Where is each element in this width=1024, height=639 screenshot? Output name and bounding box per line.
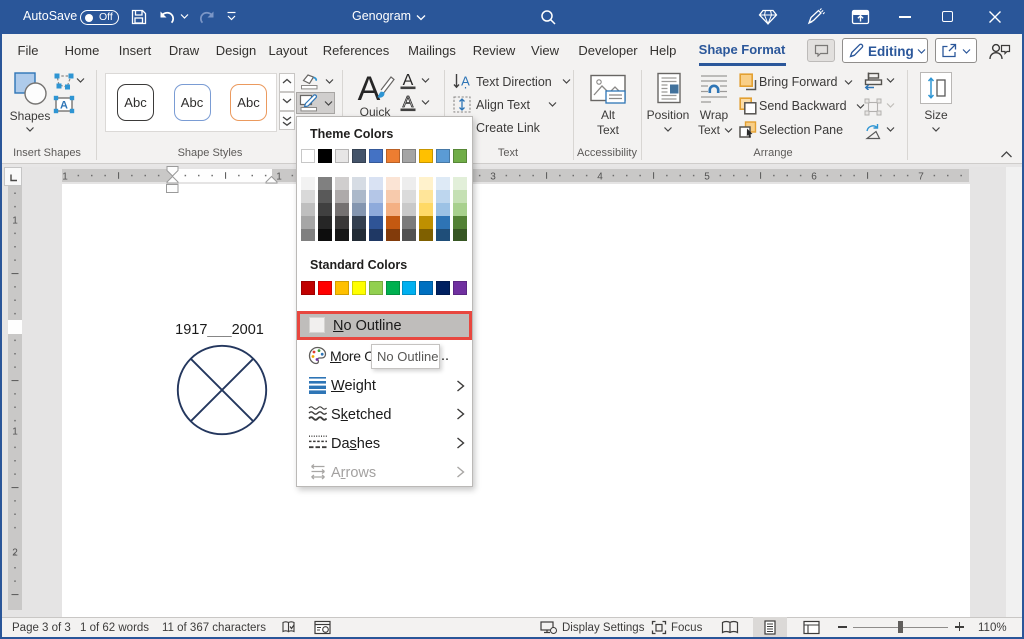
- svg-text:5: 5: [704, 172, 710, 183]
- svg-text:A: A: [60, 100, 68, 112]
- svg-text:4: 4: [597, 172, 603, 183]
- svg-text:6: 6: [811, 172, 817, 183]
- svg-text:2: 2: [12, 548, 18, 559]
- svg-text:A: A: [403, 72, 414, 89]
- svg-text:1: 1: [276, 172, 282, 183]
- svg-text:7: 7: [918, 172, 924, 183]
- svg-text:A: A: [358, 70, 381, 106]
- svg-text:A: A: [403, 94, 414, 111]
- svg-text:1: 1: [12, 427, 18, 438]
- svg-text:3: 3: [490, 172, 496, 183]
- svg-text:1: 1: [62, 172, 68, 183]
- svg-text:1: 1: [12, 216, 18, 227]
- svg-text:A: A: [461, 74, 470, 89]
